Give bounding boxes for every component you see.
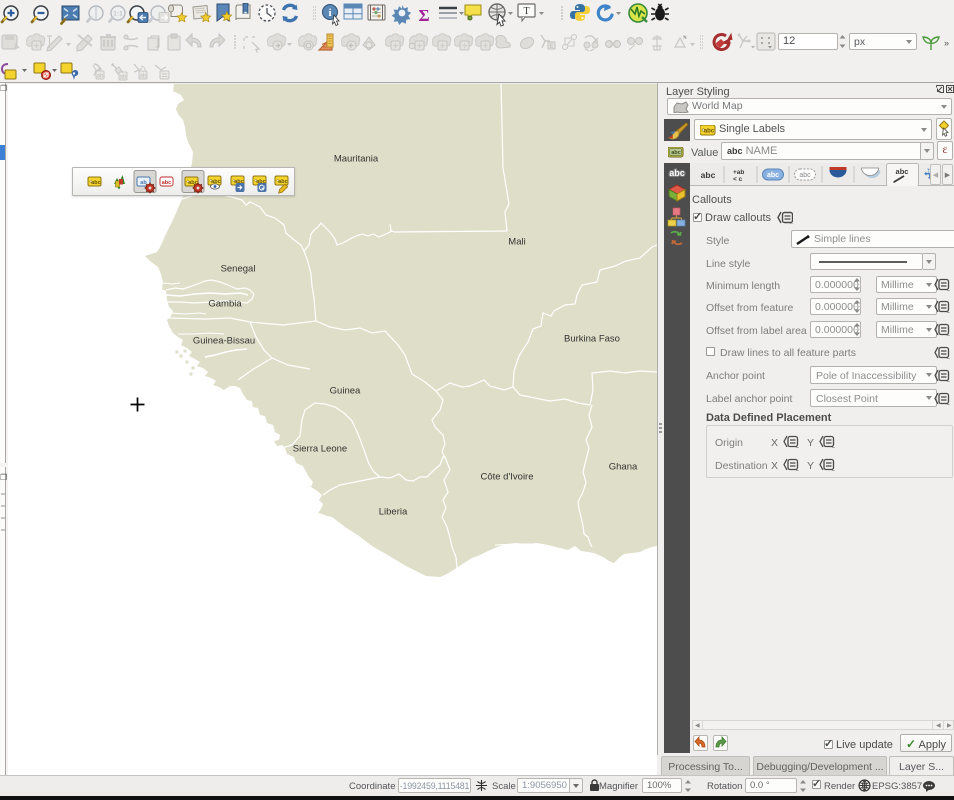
svg-text:ab: ab: [97, 74, 104, 80]
svg-text:Mauritania: Mauritania: [334, 154, 379, 165]
svg-text:Ghana: Ghana: [609, 462, 638, 473]
svg-text:abc: abc: [701, 170, 716, 180]
svg-text:1:1: 1:1: [113, 11, 123, 18]
svg-text:T: T: [523, 6, 529, 17]
svg-text:Guinea-Bissau: Guinea-Bissau: [193, 336, 255, 347]
svg-text:Sierra Leone: Sierra Leone: [293, 444, 347, 455]
svg-text:Gambia: Gambia: [208, 299, 242, 310]
svg-text:abc: abc: [671, 150, 680, 156]
svg-text:ab: ab: [120, 75, 127, 81]
svg-text:Senegal: Senegal: [221, 264, 256, 275]
svg-text:Σ: Σ: [418, 6, 429, 25]
svg-text:+ab: +ab: [733, 169, 744, 176]
svg-text:abc: abc: [767, 172, 779, 179]
svg-text:Côte d'Ivoire: Côte d'Ivoire: [480, 472, 533, 483]
svg-text:Mali: Mali: [508, 237, 525, 248]
svg-text:»: »: [944, 38, 949, 48]
svg-text:E: E: [549, 44, 553, 50]
svg-text:abc: abc: [162, 180, 171, 186]
svg-text:Liberia: Liberia: [379, 507, 408, 518]
svg-text:< c: < c: [733, 176, 743, 183]
svg-text:abc: abc: [669, 168, 685, 178]
svg-text:abc: abc: [896, 167, 909, 176]
svg-text:abc: abc: [704, 129, 715, 135]
svg-text:i: i: [328, 7, 331, 19]
svg-text:ab: ab: [140, 74, 147, 80]
svg-text:Guinea: Guinea: [330, 386, 361, 397]
svg-text:Burkina Faso: Burkina Faso: [564, 334, 620, 345]
svg-text:abc: abc: [799, 172, 811, 179]
